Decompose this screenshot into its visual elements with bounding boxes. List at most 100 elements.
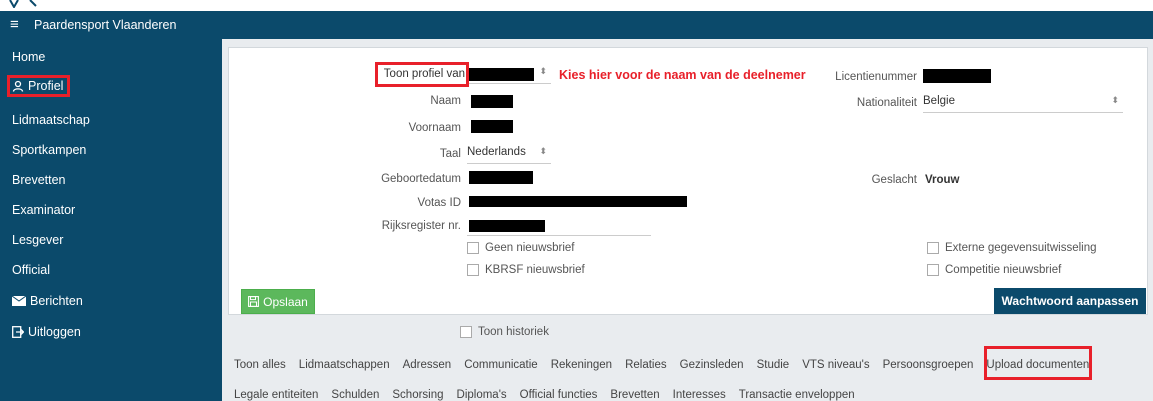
- sidebar-item-berichten[interactable]: Berichten: [12, 290, 83, 312]
- tab-persoonsgroepen[interactable]: Persoonsgroepen: [883, 359, 974, 371]
- tab-lidmaatschappen[interactable]: Lidmaatschappen: [299, 359, 390, 371]
- tab-communicatie[interactable]: Communicatie: [464, 359, 538, 371]
- geboortedatum-label: Geboortedatum: [381, 173, 461, 185]
- taal-select[interactable]: Nederlands ⬍: [467, 146, 551, 164]
- competitie-nieuwsbrief-checkbox[interactable]: Competitie nieuwsbrief: [927, 264, 1061, 276]
- select-arrow-icon: ⬍: [1111, 95, 1119, 105]
- taal-value: Nederlands: [467, 146, 526, 158]
- tab-row-secondary: Legale entiteiten Schulden Schorsing Diplom…: [234, 389, 868, 401]
- tab-legale-entiteiten[interactable]: Legale entiteiten: [234, 389, 318, 401]
- rijksregister-label: Rijksregister nr.: [381, 220, 461, 232]
- top-strip: [0, 0, 1153, 11]
- sidebar-item-profiel[interactable]: Profiel: [7, 75, 71, 97]
- toon-profiel-select[interactable]: ⬍: [469, 66, 551, 84]
- voornaam-label: Voornaam: [408, 122, 461, 134]
- tab-vts-niveau-s[interactable]: VTS niveau's: [802, 359, 869, 371]
- sidebar-item-label: Uitloggen: [28, 325, 81, 339]
- main-content: Toon profiel van ⬍ Kies hier voor de naa…: [222, 39, 1153, 401]
- tab-adressen[interactable]: Adressen: [403, 359, 452, 371]
- votas-label: Votas ID: [417, 197, 461, 209]
- rijksregister-input-line[interactable]: [467, 235, 651, 236]
- top-bar: ≡ Paardensport Vlaanderen: [0, 11, 1153, 39]
- geslacht-value: Vrouw: [925, 174, 960, 186]
- sidebar-item-sportkampen[interactable]: Sportkampen: [12, 139, 86, 161]
- sidebar-item-label: Lesgever: [12, 233, 64, 247]
- sidebar-item-official[interactable]: Official: [12, 259, 50, 281]
- checkbox-label: KBRSF nieuwsbrief: [485, 264, 585, 276]
- tab-toon-alles[interactable]: Toon alles: [234, 359, 286, 371]
- sidebar-item-label: Profiel: [28, 79, 64, 93]
- sidebar-item-label: Lidmaatschap: [12, 113, 90, 127]
- sidebar-item-lidmaatschap[interactable]: Lidmaatschap: [12, 109, 90, 131]
- sidebar-item-label: Brevetten: [12, 173, 66, 187]
- logout-icon: [12, 326, 24, 338]
- sidebar-item-brevetten[interactable]: Brevetten: [12, 169, 66, 191]
- envelope-icon: [12, 296, 26, 306]
- profile-panel: Toon profiel van ⬍ Kies hier voor de naa…: [228, 47, 1148, 315]
- sidebar-item-label: Official: [12, 263, 50, 277]
- voornaam-value-redacted: [471, 120, 513, 133]
- redacted-block: [469, 68, 534, 81]
- nationaliteit-label: Nationaliteit: [856, 97, 917, 109]
- brand-title: Paardensport Vlaanderen: [34, 18, 177, 32]
- sidebar-item-home[interactable]: Home: [12, 46, 45, 68]
- user-icon: [12, 80, 24, 92]
- votas-value-redacted: [469, 196, 687, 207]
- rijksregister-value-redacted: [469, 220, 545, 232]
- sidebar-item-uitloggen[interactable]: Uitloggen: [12, 321, 81, 343]
- taal-label: Taal: [439, 148, 461, 160]
- checkbox-label: Externe gegevensuitwisseling: [945, 242, 1097, 254]
- tab-official-functies[interactable]: Official functies: [520, 389, 598, 401]
- licentienummer-value-redacted: [923, 69, 991, 83]
- geboortedatum-value-redacted: [469, 171, 533, 184]
- checkbox-box[interactable]: [927, 242, 939, 254]
- naam-value-redacted: [471, 95, 513, 108]
- nationaliteit-value: Belgie: [923, 95, 955, 107]
- select-arrow-icon: ⬍: [539, 146, 547, 156]
- checkbox-box[interactable]: [467, 264, 479, 276]
- sidebar-item-label: Examinator: [12, 203, 76, 217]
- tab-gezinsleden[interactable]: Gezinsleden: [680, 359, 744, 371]
- checkbox-label: Toon historiek: [478, 326, 549, 338]
- tab-schorsing[interactable]: Schorsing: [392, 389, 443, 401]
- instruction-hint: Kies hier voor de naam van de deelnemer: [559, 68, 806, 82]
- sidebar-item-lesgever[interactable]: Lesgever: [12, 229, 63, 251]
- highlight-box-upload-documenten: [984, 346, 1092, 380]
- sidebar-item-examinator[interactable]: Examinator: [12, 199, 75, 221]
- licentienummer-label: Licentienummer: [835, 71, 917, 83]
- select-arrow-icon: ⬍: [539, 66, 547, 76]
- tab-row-primary: Toon alles Lidmaatschappen Adressen Communi…: [234, 359, 1102, 371]
- checkbox-box[interactable]: [927, 264, 939, 276]
- tab-schulden[interactable]: Schulden: [331, 389, 379, 401]
- sidebar-item-label: Berichten: [30, 294, 83, 308]
- sidebar-item-label: Sportkampen: [12, 143, 87, 157]
- tab-transactie-enveloppen[interactable]: Transactie enveloppen: [739, 389, 855, 401]
- geen-nieuwsbrief-checkbox[interactable]: Geen nieuwsbrief: [467, 242, 575, 254]
- sidebar: Home Profiel Lidmaatschap Sportkampen Br…: [0, 39, 222, 401]
- kbrsf-nieuwsbrief-checkbox[interactable]: KBRSF nieuwsbrief: [467, 264, 585, 276]
- checkbox-box[interactable]: [460, 326, 472, 338]
- tab-brevetten[interactable]: Brevetten: [610, 389, 659, 401]
- checkbox-label: Geen nieuwsbrief: [485, 242, 575, 254]
- logo-icon: [9, 0, 37, 8]
- checkbox-label: Competitie nieuwsbrief: [945, 264, 1062, 276]
- change-password-label: Wachtwoord aanpassen: [1001, 294, 1139, 308]
- tab-interesses[interactable]: Interesses: [673, 389, 726, 401]
- save-button-label: Opslaan: [263, 294, 308, 309]
- sidebar-item-label: Home: [12, 50, 46, 64]
- nationaliteit-select[interactable]: Belgie ⬍: [923, 95, 1123, 113]
- save-button[interactable]: Opslaan: [241, 289, 315, 314]
- tab-relaties[interactable]: Relaties: [625, 359, 667, 371]
- hamburger-menu-icon[interactable]: ≡: [10, 11, 28, 39]
- checkbox-box[interactable]: [467, 242, 479, 254]
- tab-diploma-s[interactable]: Diploma's: [457, 389, 507, 401]
- change-password-button[interactable]: Wachtwoord aanpassen: [994, 288, 1146, 314]
- tab-rekeningen[interactable]: Rekeningen: [551, 359, 612, 371]
- externe-gegevensuitwisseling-checkbox[interactable]: Externe gegevensuitwisseling: [927, 242, 1097, 254]
- tab-studie[interactable]: Studie: [757, 359, 790, 371]
- toon-profiel-label: Toon profiel van: [383, 68, 465, 80]
- toon-historiek-checkbox[interactable]: Toon historiek: [460, 326, 549, 338]
- floppy-disk-icon: [248, 296, 260, 307]
- geslacht-label: Geslacht: [871, 174, 917, 186]
- naam-label: Naam: [430, 95, 461, 107]
